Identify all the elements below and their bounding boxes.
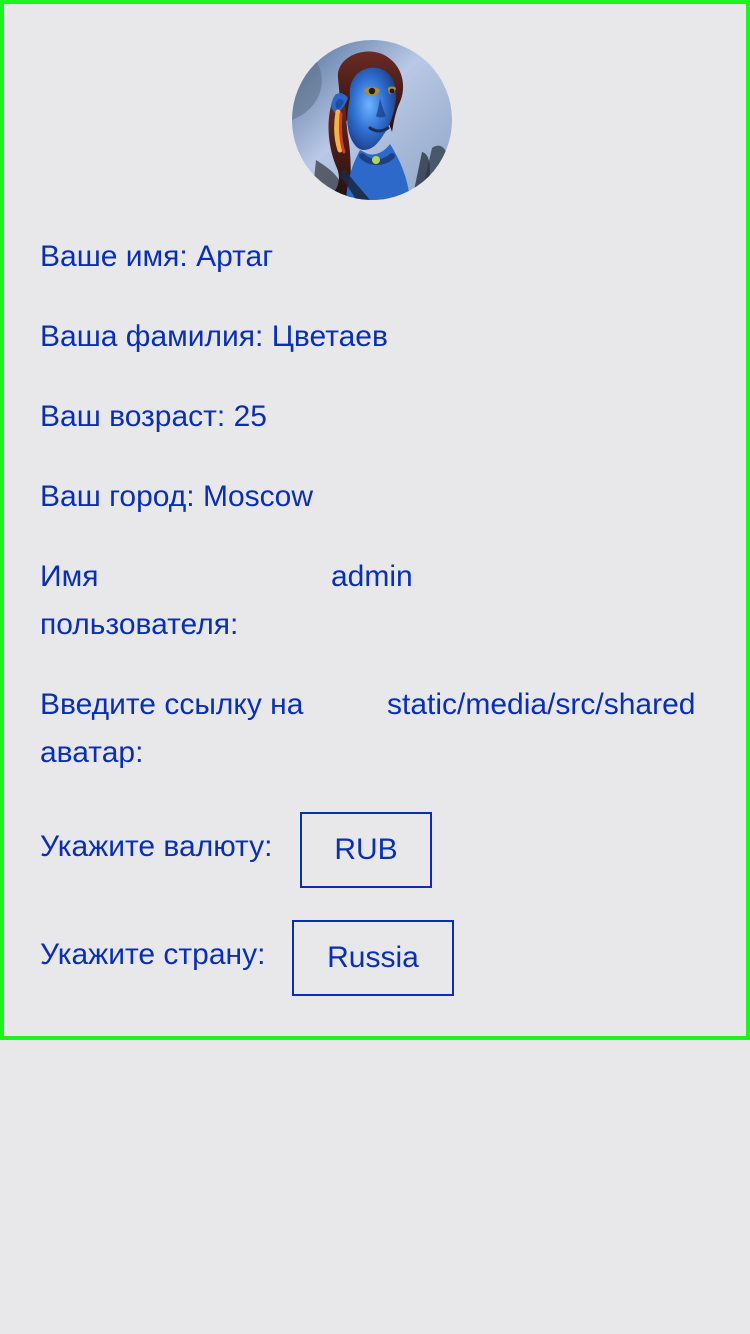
city-row: Ваш город: Moscow	[40, 473, 313, 521]
username-label-line1: Имя	[40, 560, 99, 593]
first-name-row: Ваше имя: Артаг	[40, 233, 273, 281]
first-name-value: Артаг	[196, 240, 274, 273]
country-select-button[interactable]: Russia	[292, 920, 454, 996]
avatar-link-label-line2: аватар:	[40, 736, 144, 769]
country-label: Укажите страну:	[40, 938, 266, 971]
first-name-label: Ваше имя:	[40, 240, 188, 273]
currency-value: RUB	[334, 833, 398, 866]
avatar-link-input[interactable]: static/media/src/shared	[387, 681, 706, 729]
country-value: Russia	[327, 941, 419, 974]
avatar-link-label: Введите ссылку на аватар:	[40, 681, 303, 777]
age-value: 25	[233, 400, 267, 433]
city-label: Ваш город:	[40, 480, 195, 513]
avatar-image	[292, 40, 452, 200]
last-name-row: Ваша фамилия: Цветаев	[40, 313, 388, 361]
username-value[interactable]: admin	[331, 553, 413, 601]
age-row: Ваш возраст: 25	[40, 393, 267, 441]
currency-select-button[interactable]: RUB	[300, 812, 432, 888]
username-label-line2: пользователя:	[40, 608, 239, 641]
avatar	[292, 40, 452, 200]
avatar-link-label-line1: Введите ссылку на	[40, 688, 304, 721]
age-label: Ваш возраст:	[40, 400, 226, 433]
currency-label: Укажите валюту:	[40, 830, 273, 863]
username-label: Имя пользователя:	[40, 553, 238, 649]
last-name-label: Ваша фамилия:	[40, 320, 264, 353]
city-value: Moscow	[202, 480, 313, 513]
last-name-value: Цветаев	[271, 320, 388, 353]
